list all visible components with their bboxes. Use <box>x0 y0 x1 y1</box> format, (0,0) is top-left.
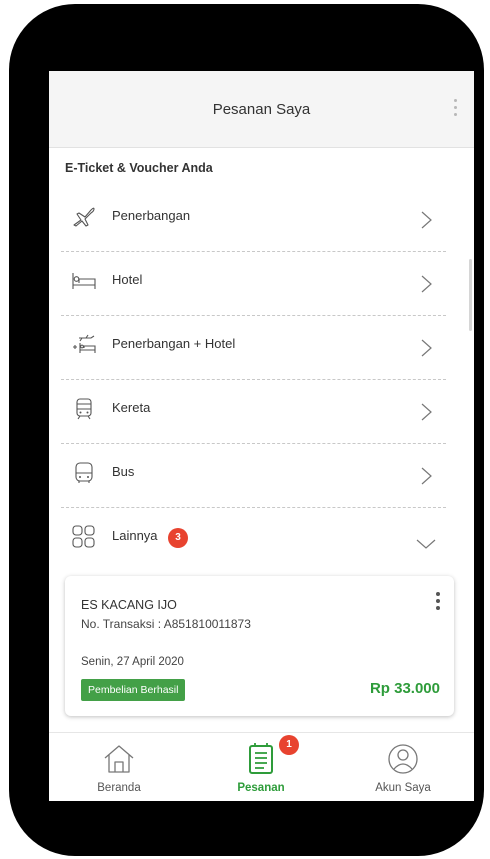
home-icon <box>104 745 134 773</box>
plane-icon <box>73 207 95 227</box>
bus-icon <box>75 462 93 483</box>
transaction-number: No. Transaksi : A851810011873 <box>81 617 251 631</box>
bed-icon <box>72 273 96 289</box>
category-label: Bus <box>112 464 135 479</box>
category-row-penerbangan-hotel[interactable]: Penerbangan + Hotel <box>61 316 446 380</box>
category-row-penerbangan[interactable]: Penerbangan <box>61 188 446 252</box>
order-name: ES KACANG IJO <box>81 598 177 612</box>
bottom-navigation: Beranda 1 Pesanan Akun Saya <box>49 732 474 801</box>
category-label: Kereta <box>112 400 151 415</box>
order-price: Rp 33.000 <box>369 680 440 697</box>
grid-icon <box>72 525 95 548</box>
page-title: Pesanan Saya <box>212 101 311 118</box>
category-label: Penerbangan <box>112 208 191 223</box>
app-screen: Pesanan Saya E-Ticket & Voucher Anda Pen… <box>49 71 474 801</box>
chevron-right-icon <box>421 403 432 421</box>
section-title: E-Ticket & Voucher Anda <box>65 161 213 175</box>
category-label: Penerbangan + Hotel <box>112 336 236 351</box>
notification-badge: 1 <box>279 735 299 755</box>
top-bar: Pesanan Saya <box>49 71 474 148</box>
chevron-right-icon <box>421 211 432 229</box>
nav-item-beranda[interactable]: Beranda <box>49 733 189 801</box>
chevron-right-icon <box>421 339 432 357</box>
status-badge: Pembelian Berhasil <box>81 679 186 701</box>
train-icon <box>76 398 92 420</box>
order-card[interactable]: ES KACANG IJO No. Transaksi : A851810011… <box>65 576 454 716</box>
order-date: Senin, 27 April 2020 <box>81 656 184 668</box>
scrollbar[interactable] <box>469 259 472 331</box>
phone-frame: Pesanan Saya E-Ticket & Voucher Anda Pen… <box>9 4 484 856</box>
category-label: Lainnya <box>112 528 158 543</box>
nav-label: Akun Saya <box>375 782 431 794</box>
more-options-icon[interactable] <box>454 99 458 120</box>
chevron-down-icon <box>416 539 436 549</box>
nav-item-pesanan[interactable]: 1 Pesanan <box>191 733 331 801</box>
category-row-bus[interactable]: Bus <box>61 444 446 508</box>
plane-hotel-icon <box>73 334 96 353</box>
category-row-hotel[interactable]: Hotel <box>61 252 446 316</box>
account-icon <box>388 744 418 774</box>
chevron-right-icon <box>421 467 432 485</box>
chevron-right-icon <box>421 275 432 293</box>
more-options-icon[interactable] <box>436 592 440 613</box>
category-label: Hotel <box>112 272 143 287</box>
nav-item-akun-saya[interactable]: Akun Saya <box>333 733 473 801</box>
count-badge: 3 <box>168 528 188 548</box>
nav-label: Pesanan <box>237 782 285 794</box>
category-row-kereta[interactable]: Kereta <box>61 380 446 444</box>
nav-label: Beranda <box>97 782 141 794</box>
category-row-lainnya[interactable]: Lainnya 3 <box>61 508 446 572</box>
orders-icon <box>249 743 273 774</box>
